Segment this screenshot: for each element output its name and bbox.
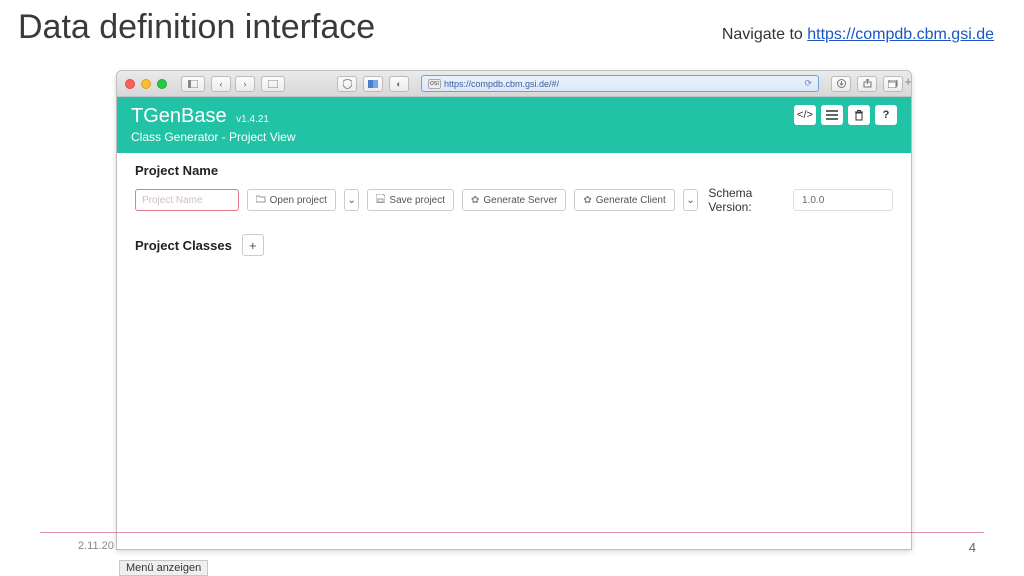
menu-tooltip: Menü anzeigen [119,560,208,576]
save-project-button[interactable]: Save project [367,189,454,211]
navigate-prefix: Navigate to [722,26,807,43]
help-icon[interactable]: ? [875,105,897,125]
tabs-overview-icon[interactable] [883,76,903,92]
generate-client-label: Generate Client [596,195,666,206]
chevron-down-icon: ⌄ [347,195,355,206]
nav-back-button[interactable]: ‹ [211,76,231,92]
slide-title: Data definition interface [18,8,375,47]
browser-titlebar: ‹ › ◐ osi https://compdb.cbm.gsi.de/#/ ⟳ [117,71,911,97]
generate-client-button[interactable]: ✿ Generate Client [574,189,674,211]
window-close-icon[interactable] [125,79,135,89]
app-header: TGenBase v1.4.21 Class Generator - Proje… [117,97,911,153]
site-info-icon[interactable] [363,76,383,92]
save-icon [376,194,385,206]
list-icon[interactable] [821,105,843,125]
nav-forward-button[interactable]: › [235,76,255,92]
schema-version-label: Schema Version: [708,186,785,214]
browser-window: ‹ › ◐ osi https://compdb.cbm.gsi.de/#/ ⟳ [116,70,912,550]
tabs-button[interactable] [261,76,285,92]
app-title-text: TGenBase [131,105,227,127]
save-project-label: Save project [389,195,445,206]
code-icon[interactable]: </> [794,105,816,125]
project-classes-label: Project Classes [135,238,232,253]
trash-icon[interactable] [848,105,870,125]
chevron-down-icon: ⌄ [686,195,694,206]
project-name-input[interactable]: Project Name [135,189,239,211]
add-class-button[interactable]: + [242,234,264,256]
open-project-button[interactable]: Open project [247,189,336,211]
footer-page-number: 4 [969,540,976,555]
footer-divider [40,532,984,533]
navigate-note: Navigate to https://compdb.cbm.gsi.de [722,26,994,44]
reader-icon[interactable]: ◐ [389,76,409,92]
app-title: TGenBase v1.4.21 [131,105,296,127]
url-text: https://compdb.cbm.gsi.de/#/ [444,79,559,89]
footer-date: 2.11.20 [78,540,114,552]
sidebar-toggle-button[interactable] [181,76,205,92]
reload-icon[interactable]: ⟳ [804,78,812,89]
gear-icon: ✿ [583,195,591,206]
app-subtitle: Class Generator - Project View [131,130,296,144]
app-version: v1.4.21 [236,114,269,125]
folder-open-icon [256,195,266,206]
share-icon[interactable] [857,76,877,92]
project-name-label: Project Name [135,163,893,178]
generate-server-label: Generate Server [483,195,557,206]
window-minimize-icon[interactable] [141,79,151,89]
navigate-link[interactable]: https://compdb.cbm.gsi.de [807,26,994,43]
url-badge: osi [428,79,441,89]
project-name-placeholder: Project Name [142,195,203,206]
new-tab-button[interactable]: + [904,74,912,89]
url-bar[interactable]: osi https://compdb.cbm.gsi.de/#/ ⟳ [421,75,819,92]
window-maximize-icon[interactable] [157,79,167,89]
generate-client-dropdown[interactable]: ⌄ [683,189,699,211]
downloads-icon[interactable] [831,76,851,92]
generate-server-button[interactable]: ✿ Generate Server [462,189,566,211]
gears-icon: ✿ [471,195,479,206]
open-project-label: Open project [270,195,327,206]
shield-icon[interactable] [337,76,357,92]
open-project-dropdown[interactable]: ⌄ [344,189,360,211]
schema-version-input[interactable]: 1.0.0 [793,189,893,211]
app-content: Project Name Project Name Open project ⌄… [117,153,911,266]
